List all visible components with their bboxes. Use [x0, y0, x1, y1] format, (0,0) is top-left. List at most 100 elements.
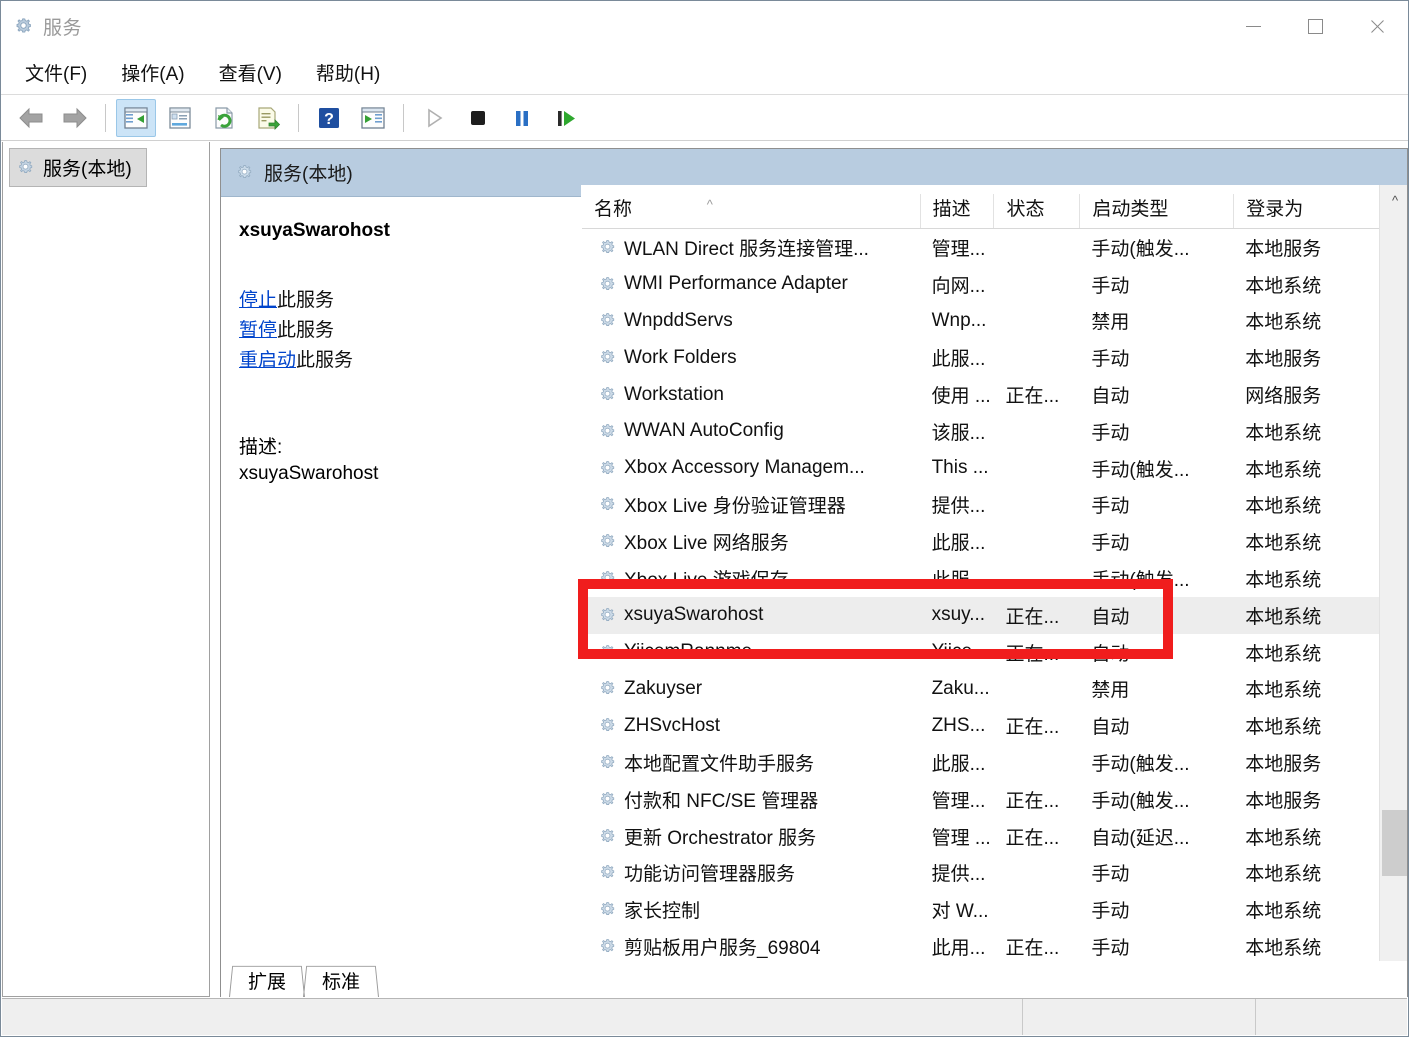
gear-icon	[598, 900, 617, 919]
table-row[interactable]: Xbox Live 网络服务 此服... 手动 本地系统	[582, 523, 1379, 560]
table-row[interactable]: YiicemRannme Yiice... 正在... 自动 本地系统	[582, 634, 1379, 671]
table-row[interactable]: Workstation 使用 ... 正在... 自动 网络服务	[582, 376, 1379, 413]
properties-icon[interactable]	[160, 99, 200, 137]
restart-service-link[interactable]: 重启动	[239, 350, 296, 371]
minimize-button[interactable]	[1222, 1, 1284, 51]
table-row[interactable]: WMI Performance Adapter 向网... 手动 本地系统	[582, 266, 1379, 303]
description-label: 描述:	[239, 437, 283, 458]
table-row[interactable]: 功能访问管理器服务 提供... 手动 本地系统	[582, 855, 1379, 892]
table-row[interactable]: 家长控制 对 W... 手动 本地系统	[582, 891, 1379, 928]
column-header-startup-type[interactable]: 启动类型	[1079, 194, 1233, 228]
cell-description: 提供...	[931, 864, 986, 886]
table-row[interactable]: 本地配置文件助手服务 此服... 手动(触发... 本地服务	[582, 744, 1379, 781]
table-row[interactable]: ZHSvcHost ZHS... 正在... 自动 本地系统	[582, 707, 1379, 744]
cell-name: WMI Performance Adapter	[582, 273, 920, 295]
menu-file[interactable]: 文件(F)	[11, 57, 101, 88]
table-row[interactable]: Xbox Accessory Managem... This ... 手动(触发..…	[582, 450, 1379, 487]
help-icon[interactable]: ?	[309, 99, 349, 137]
menu-action[interactable]: 操作(A)	[107, 57, 198, 88]
service-name-label: 家长控制	[624, 901, 701, 923]
table-row[interactable]: WnpddServs Wnp... 禁用 本地系统	[582, 303, 1379, 340]
cell-status: 正在...	[1005, 643, 1060, 665]
stop-service-icon[interactable]	[458, 99, 498, 137]
gear-icon	[598, 827, 617, 846]
cell-startup-type: 手动(触发...	[1091, 238, 1190, 260]
cell-status: 正在...	[1005, 717, 1060, 739]
maximize-button[interactable]	[1284, 1, 1346, 51]
cell-description: 管理...	[931, 790, 986, 812]
back-arrow-icon[interactable]	[11, 99, 51, 137]
column-header-log-on-as[interactable]: 登录为	[1233, 194, 1379, 228]
stop-service-link[interactable]: 停止	[239, 290, 277, 311]
cell-description: Yiice...	[931, 641, 988, 663]
table-row[interactable]: WLAN Direct 服务连接管理... 管理... 手动(触发... 本地服务	[582, 229, 1379, 266]
table-row[interactable]: 付款和 NFC/SE 管理器 管理... 正在... 手动(触发... 本地服务	[582, 781, 1379, 818]
view-tabs: 扩展 标准	[221, 961, 1407, 999]
gear-icon	[235, 163, 254, 182]
table-row[interactable]: 剪贴板用户服务_69804 此用... 正在... 手动 本地系统	[582, 928, 1379, 965]
pause-service-icon[interactable]	[502, 99, 542, 137]
table-row[interactable]: xsuyaSwarohost xsuy... 正在... 自动 本地系统	[582, 596, 1379, 634]
cell-name: 家长控制	[582, 896, 920, 923]
cell-startup-type: 手动	[1091, 901, 1130, 923]
tab-extended[interactable]: 扩展	[229, 963, 305, 997]
toolbar: ?	[1, 95, 1408, 141]
cell-description: 管理...	[931, 238, 986, 260]
table-row[interactable]: Zakuyser Zaku... 禁用 本地系统	[582, 671, 1379, 708]
export-list-icon[interactable]	[248, 99, 288, 137]
pause-service-suffix: 此服务	[277, 320, 335, 341]
gear-icon	[598, 569, 617, 588]
gear-icon	[598, 422, 617, 441]
cell-startup-type: 手动(触发...	[1091, 790, 1190, 812]
gear-icon	[598, 275, 617, 294]
tab-standard[interactable]: 标准	[303, 963, 379, 997]
cell-log-on-as: 本地系统	[1245, 717, 1322, 739]
table-row[interactable]: Xbox Live 游戏保存 此服... 手动(触发... 本地系统	[582, 560, 1379, 597]
table-row[interactable]: Work Folders 此服... 手动 本地服务	[582, 339, 1379, 376]
gear-icon	[598, 716, 617, 735]
cell-startup-type: 禁用	[1091, 680, 1130, 702]
menu-view[interactable]: 查看(V)	[205, 57, 296, 88]
menu-help[interactable]: 帮助(H)	[302, 57, 394, 88]
cell-description: ZHS...	[931, 714, 986, 736]
service-action-links: 停止此服务 暂停此服务 重启动此服务	[239, 286, 563, 376]
cell-name: 功能访问管理器服务	[582, 859, 920, 886]
restart-service-icon[interactable]	[546, 99, 586, 137]
show-hide-tree-icon[interactable]	[116, 98, 156, 137]
column-header-status[interactable]: 状态	[993, 194, 1079, 228]
sidebar-item-label: 服务(本地)	[43, 159, 132, 180]
toolbar-separator	[403, 103, 404, 132]
scroll-up-button[interactable]: ^	[1380, 185, 1407, 215]
cell-description: 此服...	[931, 570, 986, 592]
column-header-name[interactable]: ^ 名称	[582, 194, 920, 228]
forward-arrow-icon[interactable]	[55, 99, 95, 137]
sidebar-item-services-local[interactable]: 服务(本地)	[9, 148, 147, 187]
service-name-label: ZHSvcHost	[624, 714, 721, 736]
cell-log-on-as: 本地服务	[1245, 238, 1322, 260]
cell-startup-type: 手动(触发...	[1091, 459, 1190, 481]
vertical-scrollbar[interactable]: ^ ∨	[1379, 185, 1407, 996]
cell-log-on-as: 本地系统	[1245, 864, 1322, 886]
gear-icon	[13, 16, 34, 37]
pause-service-link[interactable]: 暂停	[239, 320, 277, 341]
service-name-label: Xbox Live 身份验证管理器	[624, 496, 846, 518]
cell-description: 管理 ...	[931, 827, 991, 849]
service-name-label: xsuyaSwarohost	[624, 604, 764, 626]
cell-startup-type: 手动	[1091, 533, 1130, 555]
column-header-description[interactable]: 描述	[919, 194, 994, 228]
table-row[interactable]: WWAN AutoConfig 该服... 手动 本地系统	[582, 413, 1379, 450]
cell-description: 该服...	[931, 422, 986, 444]
gear-icon	[598, 863, 617, 882]
scrollbar-thumb[interactable]	[1382, 810, 1407, 876]
table-row[interactable]: 更新 Orchestrator 服务 管理 ... 正在... 自动(延迟... 本地系…	[582, 818, 1379, 855]
column-header-status-label: 状态	[1006, 199, 1045, 220]
cell-log-on-as: 本地系统	[1245, 606, 1322, 628]
show-console-icon[interactable]	[353, 99, 393, 137]
cell-log-on-as: 本地系统	[1245, 312, 1322, 334]
close-button[interactable]	[1346, 1, 1408, 51]
refresh-icon[interactable]	[204, 99, 244, 137]
column-header-name-label: 名称	[594, 199, 633, 220]
cell-description: 此服...	[931, 533, 986, 555]
table-row[interactable]: Xbox Live 身份验证管理器 提供... 手动 本地系统	[582, 487, 1379, 524]
service-name-label: Zakuyser	[624, 677, 703, 699]
